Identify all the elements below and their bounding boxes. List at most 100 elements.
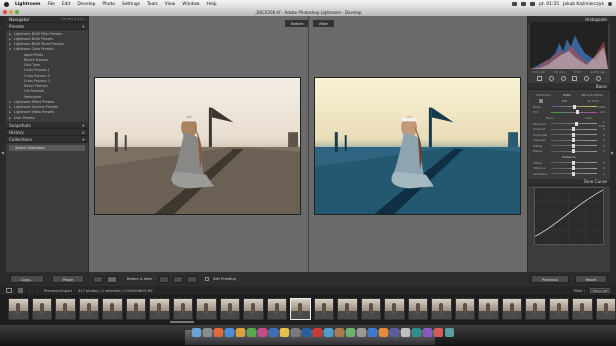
dock-app-icon[interactable] — [390, 328, 399, 337]
slider-value[interactable]: 0 — [597, 172, 605, 176]
dock-app-icon[interactable] — [313, 328, 322, 337]
treatment-color[interactable]: Color — [563, 93, 571, 97]
grid-view-icon[interactable] — [18, 288, 23, 293]
filmstrip-thumbnail[interactable] — [525, 298, 546, 320]
dock-app-icon[interactable] — [423, 328, 432, 337]
red-eye-icon[interactable] — [560, 76, 566, 81]
treatment-bw[interactable]: Black & White — [582, 93, 603, 97]
histogram-graph[interactable] — [530, 23, 608, 69]
filmstrip-thumbnail[interactable] — [55, 298, 76, 320]
dock-app-icon[interactable] — [203, 328, 212, 337]
dock-app-icon[interactable] — [445, 328, 454, 337]
slider-track[interactable] — [551, 160, 597, 165]
second-window-icon[interactable] — [6, 288, 12, 293]
dock-app-icon[interactable] — [324, 328, 333, 337]
menu-photo[interactable]: Photo — [102, 2, 115, 7]
menu-edit[interactable]: Edit — [62, 2, 71, 7]
filmstrip-thumbnail[interactable] — [125, 298, 146, 320]
slider-knob[interactable] — [571, 171, 575, 176]
navigator-header[interactable]: Navigator FIT FILL 1:1 3:1 — [6, 16, 88, 23]
back-arrow-icon[interactable]: ‹ — [29, 289, 30, 293]
slider-knob[interactable] — [571, 143, 575, 148]
filmstrip-thumbnail[interactable] — [172, 298, 193, 320]
spotlight-icon[interactable] — [608, 2, 612, 6]
filmstrip-thumbnail[interactable] — [360, 298, 381, 320]
filmstrip-thumbnail[interactable] — [243, 298, 264, 320]
filmstrip-thumbnail[interactable] — [501, 298, 522, 320]
before-photo[interactable] — [94, 77, 301, 215]
filmstrip-thumbnail[interactable] — [572, 298, 593, 320]
filmstrip-scrollbar[interactable] — [170, 321, 194, 323]
slider-value[interactable]: 0 — [597, 127, 605, 131]
wb-eyedropper-icon[interactable] — [539, 99, 544, 103]
collections-header[interactable]: Collections + — [6, 136, 88, 144]
filmstrip-thumbnail[interactable] — [219, 298, 240, 320]
menubar-user[interactable]: Jakub Kaźmierczyk — [563, 2, 604, 7]
clear-history-icon[interactable]: × — [81, 130, 85, 135]
slider-knob[interactable] — [571, 138, 575, 143]
slider-knob[interactable] — [573, 104, 577, 109]
menu-help[interactable]: Help — [207, 2, 217, 7]
add-collection-icon[interactable]: + — [81, 137, 85, 142]
collection-smart-collections[interactable]: Smart Collections — [9, 145, 85, 152]
menu-tools[interactable]: Tools — [147, 2, 158, 7]
dock-app-icon[interactable] — [214, 328, 223, 337]
slider-track[interactable] — [551, 121, 597, 126]
filmstrip-count[interactable]: 417 photos / 1 selected / CONQUINHO.RZ — [78, 289, 153, 293]
filmstrip-thumbnail[interactable] — [337, 298, 358, 320]
previous-button[interactable]: Previous — [530, 275, 569, 283]
slider-value[interactable]: 0 — [597, 133, 605, 137]
add-snapshot-icon[interactable]: + — [81, 123, 85, 128]
loupe-view-icon[interactable] — [93, 275, 103, 283]
graduated-filter-icon[interactable] — [572, 76, 578, 81]
navigator-zoom-options[interactable]: FIT FILL 1:1 3:1 — [62, 17, 85, 21]
slider-value[interactable]: 0 — [597, 166, 605, 170]
slider-knob[interactable] — [576, 110, 580, 115]
adjustment-brush-icon[interactable] — [595, 76, 601, 81]
dock-app-icon[interactable] — [302, 328, 311, 337]
filmstrip-thumbnail[interactable] — [196, 298, 217, 320]
dock-app-icon[interactable] — [335, 328, 344, 337]
filmstrip-thumbnail[interactable] — [384, 298, 405, 320]
dock-app-icon[interactable] — [192, 328, 201, 337]
filmstrip-thumbnail[interactable] — [266, 298, 287, 320]
slider-track[interactable] — [551, 138, 597, 143]
reset-button[interactable]: Reset — [574, 275, 608, 283]
copy-button[interactable]: Copy... — [9, 275, 45, 283]
slider-track[interactable] — [551, 104, 597, 109]
filmstrip-thumbnail[interactable] — [431, 298, 452, 320]
filmstrip-thumbnail[interactable] — [454, 298, 475, 320]
slider-track[interactable] — [551, 127, 597, 132]
slider-knob[interactable] — [571, 166, 575, 171]
dock-app-icon[interactable] — [269, 328, 278, 337]
tone-curve-header[interactable]: Tone Curve — [528, 178, 610, 186]
dock-app-icon[interactable] — [236, 328, 245, 337]
dock-app-icon[interactable] — [412, 328, 421, 337]
right-panel-toggle-icon[interactable]: ▶ — [611, 150, 615, 156]
slider-knob[interactable] — [571, 149, 575, 154]
tone-curve-graph[interactable] — [534, 186, 604, 245]
slider-track[interactable] — [551, 143, 597, 148]
menu-window[interactable]: Window — [182, 2, 199, 7]
before-after-view-icon[interactable] — [107, 275, 117, 283]
menubar-clock[interactable]: pt. 01:25 — [539, 2, 559, 7]
dock-app-icon[interactable] — [280, 328, 289, 337]
dock-app-icon[interactable] — [434, 328, 443, 337]
dock-app-icon[interactable] — [401, 328, 410, 337]
presets-header[interactable]: Presets + — [6, 23, 88, 30]
filmstrip-source[interactable]: Previous Import — [44, 289, 72, 293]
dock-app-icon[interactable] — [368, 328, 377, 337]
minimize-window-icon[interactable] — [9, 10, 13, 14]
filmstrip-thumbnail[interactable] — [595, 298, 616, 320]
filmstrip-thumbnail[interactable] — [313, 298, 334, 320]
after-photo[interactable] — [314, 77, 521, 215]
dock-app-icon[interactable] — [225, 328, 234, 337]
zoom-window-icon[interactable] — [15, 10, 19, 14]
menu-view[interactable]: View — [165, 2, 175, 7]
battery-icon[interactable] — [530, 2, 536, 6]
wifi-icon[interactable] — [512, 2, 518, 6]
copy-before-to-after-icon[interactable] — [172, 275, 183, 283]
wb-select[interactable]: As Shot — [587, 99, 598, 103]
tone-auto-button[interactable]: Auto — [585, 116, 592, 120]
close-window-icon[interactable] — [3, 10, 7, 14]
